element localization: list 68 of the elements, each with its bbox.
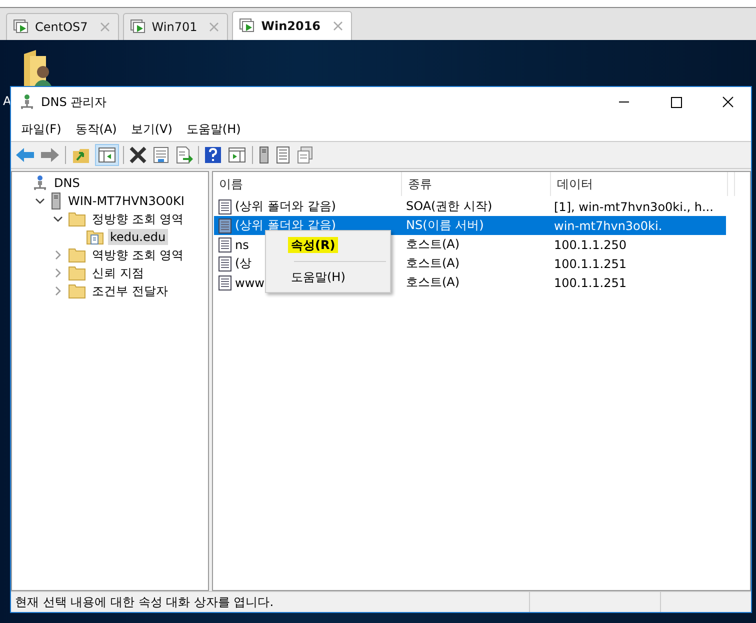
status-text: 현재 선택 내용에 대한 속성 대화 상자를 엽니다. <box>14 594 275 610</box>
vm-play-icon <box>239 18 256 34</box>
collapsed-chevron-icon[interactable] <box>53 286 63 296</box>
tree-item[interactable]: 정방향 조회 영역 <box>90 210 186 228</box>
table-cell: (상 <box>235 255 252 272</box>
record-list-icon[interactable] <box>275 146 291 164</box>
vm-tab[interactable]: Win701 <box>122 13 228 40</box>
window-title: DNS 관리자 <box>41 94 107 110</box>
vm-play-icon <box>13 19 29 35</box>
tree-item[interactable]: 역방향 조회 영역 <box>90 246 186 264</box>
export-list-icon[interactable] <box>175 146 193 164</box>
vm-play-icon <box>130 19 146 35</box>
table-cell-text: 100.1.1.251 <box>553 256 628 270</box>
help-icon[interactable] <box>204 146 222 164</box>
copy-icon[interactable] <box>296 146 314 164</box>
table-cell-text: 호스트(A) <box>405 255 461 272</box>
action-pane-icon[interactable] <box>227 146 247 164</box>
table-cell-text: 호스트(A) <box>405 274 461 291</box>
menu-item[interactable]: 도움말(H) <box>186 120 241 138</box>
tree-pane-icon[interactable] <box>96 145 118 165</box>
collapsed-chevron-icon[interactable] <box>53 250 63 260</box>
dns-server-icon <box>19 94 35 110</box>
server-icon <box>50 192 62 210</box>
menu-item[interactable]: 파일(F) <box>21 120 62 138</box>
folder-icon <box>68 247 86 263</box>
folder-icon <box>68 211 86 227</box>
table-cell-text: 100.1.1.250 <box>553 238 628 252</box>
table-cell-text: win-mt7hvn3o0ki. <box>553 218 664 232</box>
collapsed-chevron-icon[interactable] <box>53 268 63 278</box>
menu-item[interactable]: 동작(A) <box>75 120 117 138</box>
context-menu-item[interactable]: 도움말(H) <box>288 269 348 285</box>
properties-icon[interactable] <box>152 146 170 164</box>
forward-arrow-icon[interactable] <box>40 147 60 163</box>
tree-item[interactable]: WIN-MT7HVN3O0KI <box>66 193 186 209</box>
delete-icon[interactable] <box>129 146 147 164</box>
tree-item[interactable]: 조건부 전달자 <box>90 282 170 300</box>
record-icon <box>218 274 232 290</box>
expanded-chevron-icon[interactable] <box>35 196 45 206</box>
dns-server-icon <box>32 175 48 191</box>
folder-icon <box>68 265 86 281</box>
menu-item[interactable]: 보기(V) <box>130 120 172 138</box>
record-icon <box>218 236 232 252</box>
column-header[interactable]: 종류 <box>402 172 551 196</box>
server-icon[interactable] <box>258 146 270 164</box>
tree-item[interactable]: 신뢰 지점 <box>90 264 146 282</box>
vm-tab[interactable]: CentOS7 <box>6 13 119 40</box>
table-cell: ns <box>235 238 249 252</box>
folder-up-icon[interactable] <box>71 146 91 164</box>
zone-folder-icon <box>86 229 104 245</box>
table-cell-text: [1], win-mt7hvn3o0ki., h... <box>553 200 714 214</box>
column-header[interactable]: 이름 <box>213 172 402 196</box>
table-cell: www <box>235 276 264 290</box>
column-header[interactable]: 데이터 <box>551 172 728 196</box>
context-menu-item[interactable]: 속성(R) <box>288 237 338 253</box>
selected-record-icon <box>218 218 232 234</box>
tree-item[interactable]: kedu.edu <box>108 229 168 245</box>
folder-icon <box>68 283 86 299</box>
back-arrow-icon[interactable] <box>15 147 35 163</box>
vm-tab[interactable]: Win2016 <box>232 11 352 40</box>
table-cell-text: 호스트(A) <box>405 236 461 253</box>
table-cell-text: NS(이름 서버) <box>405 217 485 234</box>
record-icon <box>218 198 232 214</box>
expanded-chevron-icon[interactable] <box>53 214 63 224</box>
tree-item[interactable]: DNS <box>52 175 82 191</box>
table-cell-text: 100.1.1.251 <box>553 276 628 290</box>
table-cell-text: SOA(권한 시작) <box>405 198 494 215</box>
record-icon <box>218 256 232 272</box>
table-cell: (상위 폴더와 같음) <box>235 198 336 215</box>
